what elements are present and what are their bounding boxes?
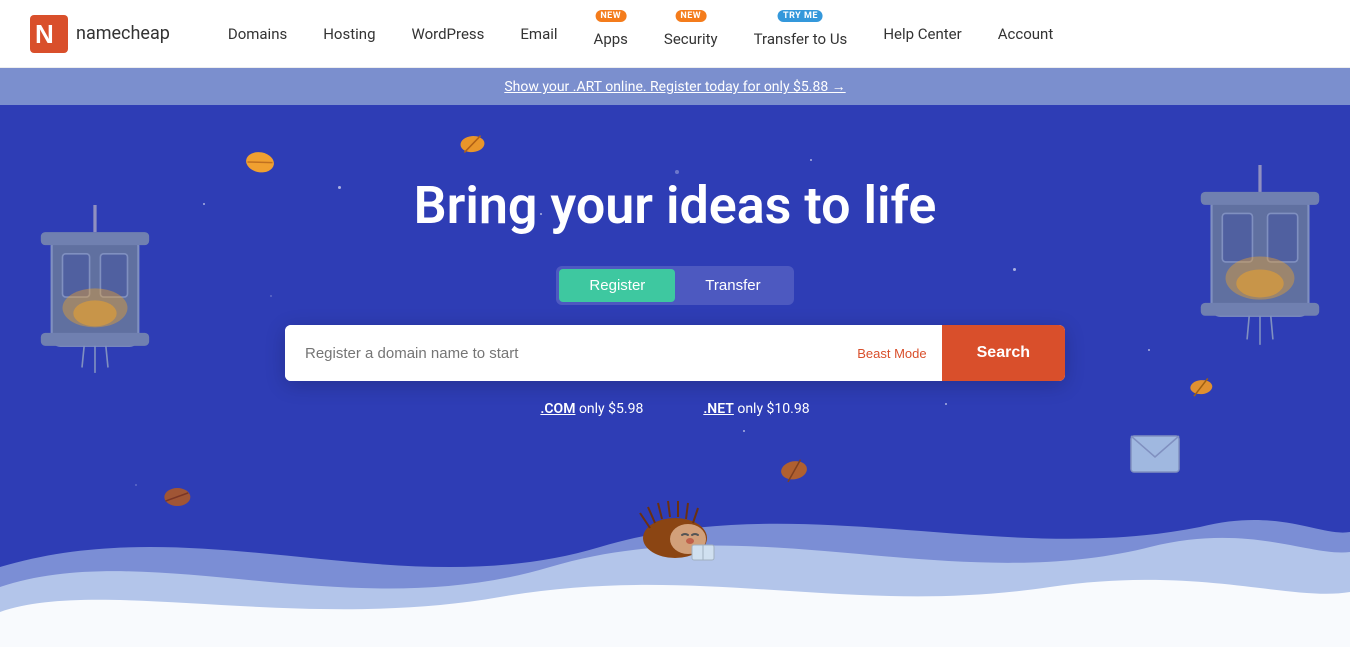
beast-mode-button[interactable]: Beast Mode (842, 325, 941, 381)
nav-item-wordpress: WordPress (394, 17, 503, 51)
tab-register[interactable]: Register (559, 269, 675, 302)
pricing-links: .COM only $5.98 .NET only $10.98 (540, 401, 809, 417)
nav-link-account[interactable]: Account (980, 17, 1072, 51)
logo-link[interactable]: N namecheap (30, 15, 170, 53)
leaf-6 (1185, 372, 1218, 405)
nav-item-help: Help Center (865, 17, 979, 51)
domain-tabs: Register Transfer (556, 266, 793, 305)
nav-links: Domains Hosting WordPress Email NEW Apps… (210, 12, 1320, 56)
leaf-1 (237, 143, 281, 187)
svg-text:N: N (35, 19, 54, 49)
nav-link-email[interactable]: Email (502, 17, 575, 51)
envelope (1130, 435, 1180, 477)
domain-search-input[interactable] (285, 325, 842, 381)
logo-text: namecheap (76, 23, 170, 44)
nav-item-apps: NEW Apps (576, 12, 646, 56)
domain-search-bar: Beast Mode Search (285, 325, 1065, 381)
com-price: only $5.98 (579, 401, 643, 417)
hero-section: Bring your ideas to life Register Transf… (0, 105, 1350, 647)
promo-link[interactable]: Show your .ART online. Register today fo… (504, 79, 845, 95)
apps-badge: NEW (595, 10, 626, 22)
net-link[interactable]: .NET (703, 401, 734, 417)
lantern-left (30, 205, 160, 382)
com-link[interactable]: .COM (540, 401, 575, 417)
nav-link-wordpress[interactable]: WordPress (394, 17, 503, 51)
nav-item-security: NEW Security (646, 12, 736, 56)
nav-link-domains[interactable]: Domains (210, 17, 305, 51)
nav-link-transfer[interactable]: Transfer to Us (736, 22, 866, 56)
net-price: only $10.98 (737, 401, 809, 417)
nav-item-email: Email (502, 17, 575, 51)
leaf-5 (160, 482, 195, 517)
security-badge: NEW (675, 10, 706, 22)
nav-link-security[interactable]: Security (646, 22, 736, 56)
nav-item-account: Account (980, 17, 1072, 51)
hero-title: Bring your ideas to life (414, 175, 937, 236)
tab-transfer[interactable]: Transfer (675, 269, 790, 302)
nav-link-apps[interactable]: Apps (576, 22, 646, 56)
nav-item-transfer: TRY ME Transfer to Us (736, 12, 866, 56)
nav-link-help[interactable]: Help Center (865, 17, 979, 51)
leaf-4 (775, 452, 816, 493)
nav-item-domains: Domains (210, 17, 305, 51)
lantern-right (1190, 165, 1330, 352)
search-button[interactable]: Search (942, 325, 1065, 381)
leaf-2 (456, 129, 490, 163)
promo-banner: Show your .ART online. Register today fo… (0, 68, 1350, 105)
com-pricing: .COM only $5.98 (540, 401, 643, 417)
net-pricing: .NET only $10.98 (703, 401, 809, 417)
hedgehog-mascot (630, 493, 720, 567)
namecheap-logo-icon: N (30, 15, 68, 53)
waves-decoration (0, 467, 1350, 647)
nav-link-hosting[interactable]: Hosting (305, 17, 393, 51)
transfer-badge: TRY ME (778, 10, 823, 22)
nav-item-hosting: Hosting (305, 17, 393, 51)
navbar: N namecheap Domains Hosting WordPress Em… (0, 0, 1350, 68)
